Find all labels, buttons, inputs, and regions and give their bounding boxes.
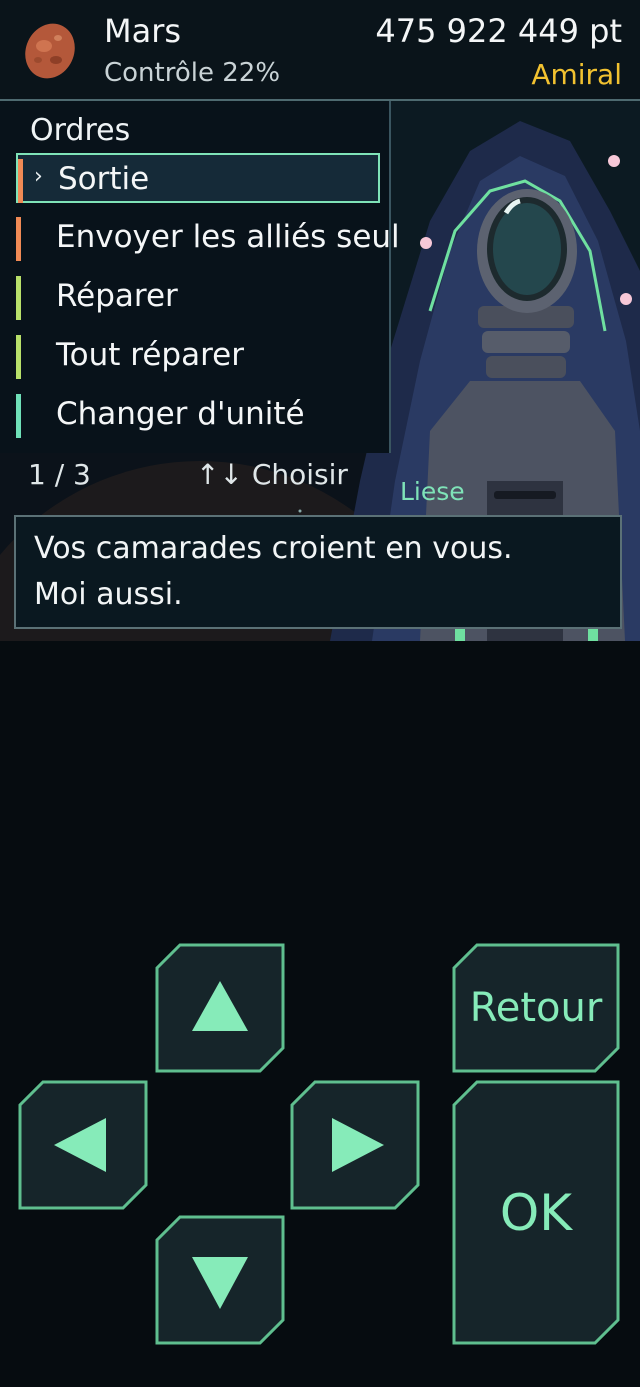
dpad-down-button[interactable]	[155, 1215, 285, 1345]
menu-item[interactable]: Envoyer les alliés seul	[16, 213, 400, 263]
choose-hint: ↑↓ Choisir	[196, 458, 348, 491]
ok-button-label: OK	[499, 1183, 573, 1242]
dialog-line-2: Moi aussi.	[34, 577, 183, 612]
control-percentage: Contrôle 22%	[104, 58, 281, 88]
ok-button[interactable]: OK	[452, 1080, 620, 1345]
selection-chevron-icon: ›	[34, 164, 43, 189]
menu-item-accent-bar	[16, 276, 21, 320]
planet-name: Mars	[104, 12, 182, 50]
menu-item-label: Changer d'unité	[56, 396, 305, 432]
dpad-up-button[interactable]	[155, 943, 285, 1073]
dpad-left-button[interactable]	[18, 1080, 148, 1210]
dialog-box[interactable]: Vos camarades croient en vous. Moi aussi…	[14, 515, 622, 629]
points-total: 475 922 449 pt	[375, 12, 622, 50]
menu-title: Ordres	[30, 113, 131, 148]
menu-item[interactable]: Réparer	[16, 272, 380, 322]
menu-item-label: Tout réparer	[56, 337, 244, 373]
menu-item-accent-bar	[16, 394, 21, 438]
page-indicator: 1 / 3	[28, 458, 91, 491]
menu-item-accent-bar	[16, 217, 21, 261]
player-rank: Amiral	[531, 58, 622, 91]
game-scene: Ordres › Sortie Envoyer les alliés seul Rép…	[0, 101, 640, 641]
menu-item-label: Sortie	[58, 161, 150, 197]
speaker-name: Liese	[400, 477, 465, 506]
menu-item-accent-bar	[18, 159, 23, 203]
menu-item[interactable]: › Sortie	[16, 153, 380, 203]
dialog-line-1: Vos camarades croient en vous.	[34, 531, 513, 566]
dpad-right-button[interactable]	[290, 1080, 420, 1210]
back-button-label: Retour	[469, 985, 603, 1031]
mars-planet-icon	[25, 23, 75, 79]
orders-menu: Ordres › Sortie Envoyer les alliés seul Rép…	[0, 101, 400, 453]
status-bar: Mars Contrôle 22% 475 922 449 pt Amiral	[0, 0, 640, 101]
menu-item-accent-bar	[16, 335, 21, 379]
menu-item-label: Envoyer les alliés seul	[56, 219, 400, 255]
back-button[interactable]: Retour	[452, 943, 620, 1073]
menu-item[interactable]: Changer d'unité	[16, 390, 380, 440]
menu-item[interactable]: Tout réparer	[16, 331, 380, 381]
menu-item-label: Réparer	[56, 278, 178, 314]
